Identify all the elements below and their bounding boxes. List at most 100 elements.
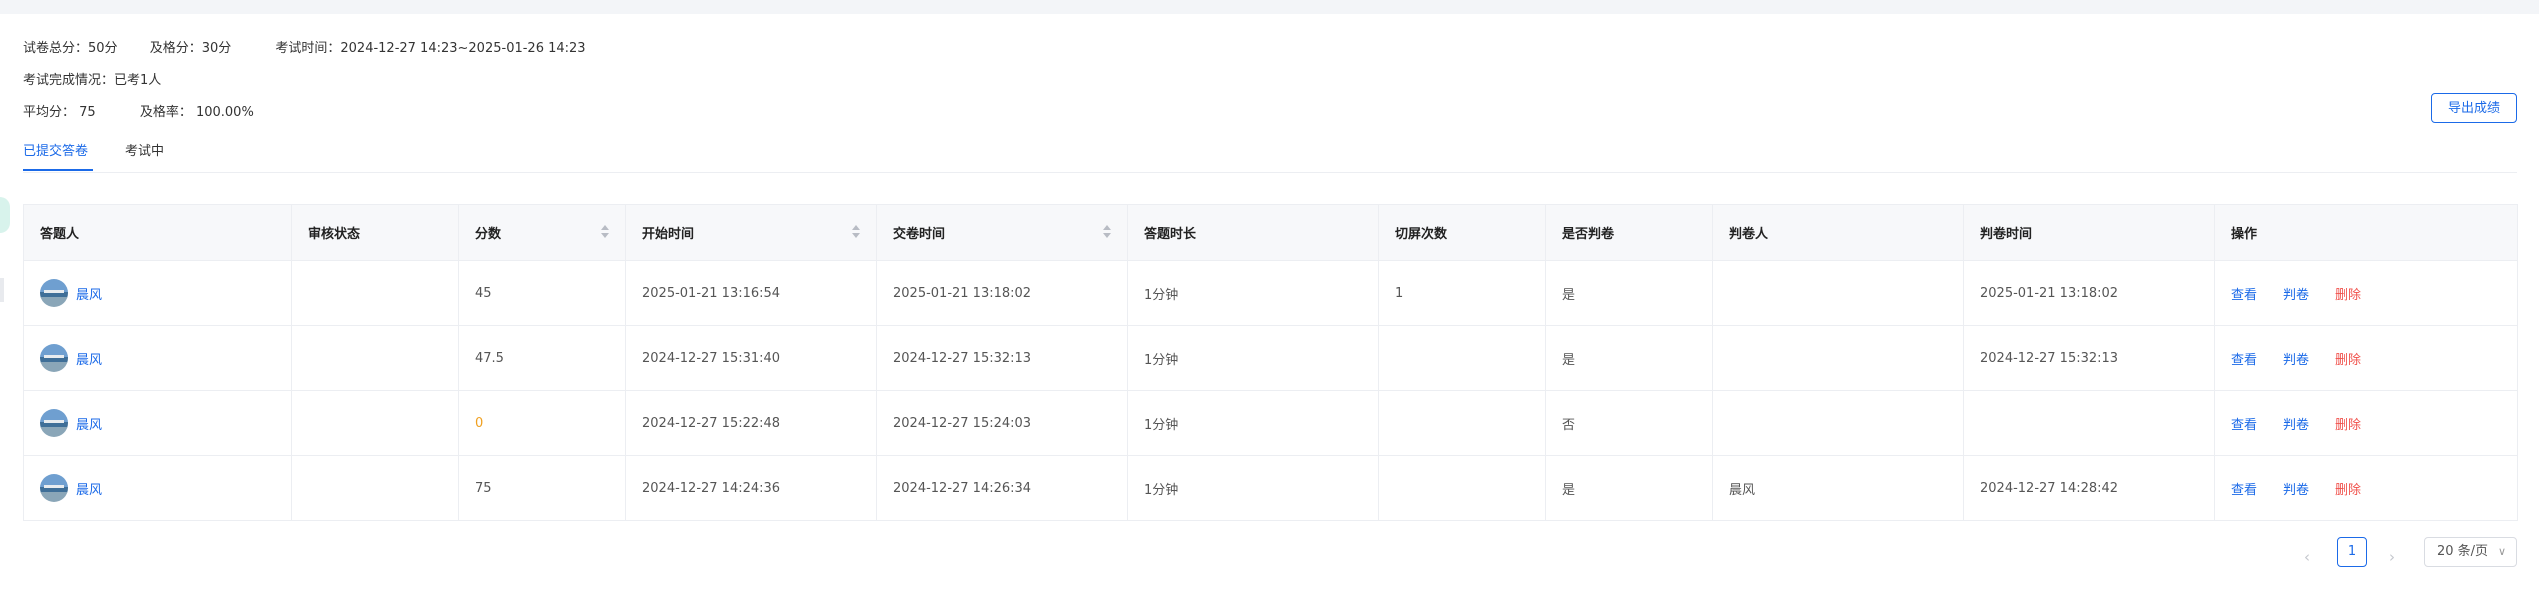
top-band (0, 0, 2539, 14)
completion-status: 考试完成情况：已考1人 (23, 73, 162, 88)
grader (1712, 325, 1964, 391)
view-link[interactable]: 查看 (2231, 483, 2257, 498)
side-handle[interactable] (0, 197, 10, 233)
graded-flag: 是 (1545, 455, 1713, 521)
sort-icon[interactable] (852, 225, 860, 241)
graded-flag: 否 (1545, 390, 1713, 456)
start-time: 2024-12-27 15:22:48 (625, 390, 877, 456)
review-status (291, 455, 459, 521)
summary-line-1: 试卷总分：50分 及格分：30分 考试时间：2024-12-27 14:23~2… (23, 37, 586, 56)
grade-link[interactable]: 判卷 (2283, 288, 2309, 303)
grade-time: 2024-12-27 15:32:13 (1963, 325, 2215, 391)
duration: 1分钟 (1127, 390, 1379, 456)
screen-switch-count (1378, 455, 1546, 521)
grade-time (1963, 390, 2215, 456)
score: 0 (458, 390, 626, 456)
active-tab-indicator (23, 169, 93, 171)
tab-submitted[interactable]: 已提交答卷 (23, 140, 88, 159)
duration: 1分钟 (1127, 455, 1379, 521)
pass-score: 及格分：30分 (149, 41, 232, 56)
column-header: 判卷人 (1712, 204, 1964, 261)
graded-flag: 是 (1545, 325, 1713, 391)
column-header: 操作 (2214, 204, 2518, 261)
start-time: 2025-01-21 13:16:54 (625, 260, 877, 326)
review-status (291, 390, 459, 456)
screen-switch-count (1378, 325, 1546, 391)
grade-link[interactable]: 判卷 (2283, 353, 2309, 368)
results-table: 答题人 审核状态 分数 开始时间 交卷时间 答题时长 切屏次数 是否判卷 判卷人… (23, 204, 2518, 521)
delete-link[interactable]: 删除 (2335, 353, 2361, 368)
sort-icon[interactable] (1103, 225, 1111, 241)
review-status (291, 325, 459, 391)
sort-icon[interactable] (601, 225, 609, 241)
table-header-row: 答题人 审核状态 分数 开始时间 交卷时间 答题时长 切屏次数 是否判卷 判卷人… (23, 204, 2518, 261)
start-time: 2024-12-27 15:31:40 (625, 325, 877, 391)
avatar (40, 409, 68, 437)
chevron-right-icon[interactable]: › (2389, 548, 2395, 566)
start-time: 2024-12-27 14:24:36 (625, 455, 877, 521)
grade-time: 2025-01-21 13:18:02 (1963, 260, 2215, 326)
column-header: 是否判卷 (1545, 204, 1713, 261)
tab-in-progress[interactable]: 考试中 (125, 140, 164, 159)
duration: 1分钟 (1127, 260, 1379, 326)
table-row: 晨风 0 2024-12-27 15:22:48 2024-12-27 15:2… (23, 390, 2518, 456)
page-size-select[interactable]: 20 条/页 ∨ (2424, 537, 2517, 567)
page-number-current[interactable]: 1 (2337, 537, 2367, 567)
column-header-label: 交卷时间 (893, 227, 946, 242)
table-row: 晨风 47.5 2024-12-27 15:31:40 2024-12-27 1… (23, 325, 2518, 391)
screen-switch-count: 1 (1378, 260, 1546, 326)
page-size-value: 20 条/页 (2437, 544, 2489, 559)
table-row: 晨风 45 2025-01-21 13:16:54 2025-01-21 13:… (23, 260, 2518, 326)
grade-link[interactable]: 判卷 (2283, 418, 2309, 433)
summary-line-3: 平均分： 75 及格率： 100.00% (23, 101, 254, 120)
column-header-label: 分数 (475, 227, 502, 242)
grade-link[interactable]: 判卷 (2283, 483, 2309, 498)
respondent-name[interactable]: 晨风 (76, 414, 102, 433)
average-score: 平均分： 75 (23, 105, 96, 120)
avatar (40, 344, 68, 372)
delete-link[interactable]: 删除 (2335, 483, 2361, 498)
column-header-label: 开始时间 (642, 227, 695, 242)
view-link[interactable]: 查看 (2231, 418, 2257, 433)
respondent-name[interactable]: 晨风 (76, 349, 102, 368)
exam-time: 考试时间：2024-12-27 14:23~2025-01-26 14:23 (275, 41, 586, 56)
delete-link[interactable]: 删除 (2335, 288, 2361, 303)
column-header: 切屏次数 (1378, 204, 1546, 261)
column-header: 答题人 (23, 204, 292, 261)
chevron-down-icon: ∨ (2497, 545, 2506, 558)
grader (1712, 390, 1964, 456)
column-header: 审核状态 (291, 204, 459, 261)
submit-time: 2025-01-21 13:18:02 (876, 260, 1128, 326)
column-header-sortable[interactable]: 开始时间 (625, 204, 877, 261)
table-row: 晨风 75 2024-12-27 14:24:36 2024-12-27 14:… (23, 455, 2518, 521)
delete-link[interactable]: 删除 (2335, 418, 2361, 433)
column-header-sortable[interactable]: 分数 (458, 204, 626, 261)
column-header: 答题时长 (1127, 204, 1379, 261)
column-header-sortable[interactable]: 交卷时间 (876, 204, 1128, 261)
respondent-name[interactable]: 晨风 (76, 284, 102, 303)
chevron-left-icon[interactable]: ‹ (2304, 548, 2310, 566)
submit-time: 2024-12-27 15:32:13 (876, 325, 1128, 391)
score: 45 (458, 260, 626, 326)
review-status (291, 260, 459, 326)
submit-time: 2024-12-27 15:24:03 (876, 390, 1128, 456)
score: 75 (458, 455, 626, 521)
view-link[interactable]: 查看 (2231, 353, 2257, 368)
grader (1712, 260, 1964, 326)
total-score: 试卷总分：50分 (23, 41, 118, 56)
avatar (40, 279, 68, 307)
grade-time: 2024-12-27 14:28:42 (1963, 455, 2215, 521)
respondent-name[interactable]: 晨风 (76, 479, 102, 498)
screen-switch-count (1378, 390, 1546, 456)
graded-flag: 是 (1545, 260, 1713, 326)
pass-rate: 及格率： 100.00% (139, 105, 254, 120)
avatar (40, 474, 68, 502)
submit-time: 2024-12-27 14:26:34 (876, 455, 1128, 521)
view-link[interactable]: 查看 (2231, 288, 2257, 303)
grader: 晨风 (1712, 455, 1964, 521)
side-marker (0, 278, 4, 302)
export-scores-button[interactable]: 导出成绩 (2431, 93, 2517, 123)
tab-bar: 已提交答卷 考试中 (23, 138, 2517, 173)
column-header: 判卷时间 (1963, 204, 2215, 261)
score: 47.5 (458, 325, 626, 391)
